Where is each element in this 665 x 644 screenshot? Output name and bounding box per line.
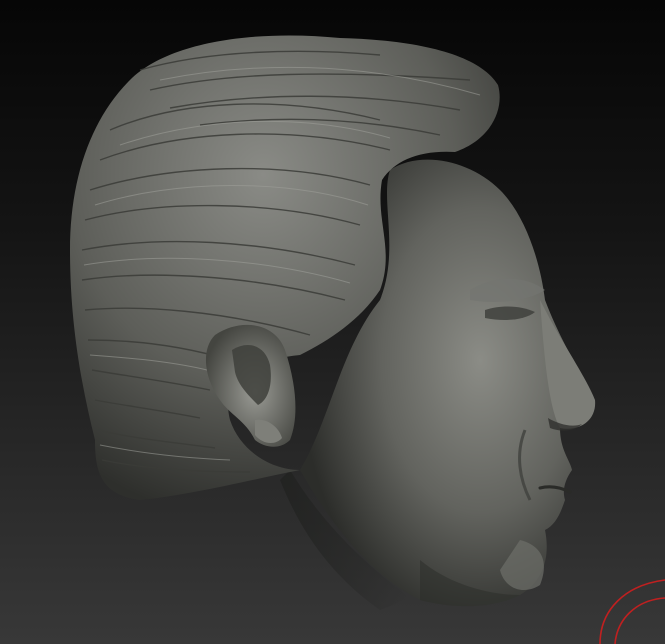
sculpt-canvas[interactable] (0, 0, 665, 644)
rotation-gizmo-icon[interactable] (599, 579, 665, 644)
sculpted-head-model[interactable] (70, 35, 596, 610)
sculpt-viewport[interactable] (0, 0, 665, 644)
